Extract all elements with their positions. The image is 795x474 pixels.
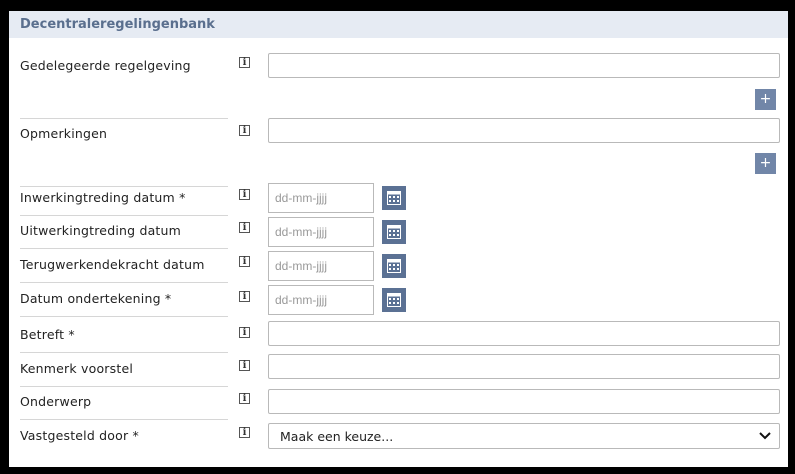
field-row-opmerkingen: Opmerkingen <box>20 119 228 187</box>
gedelegeerde-label: Gedelegeerde regelgeving <box>20 58 191 73</box>
info-icon[interactable]: i <box>239 189 250 200</box>
plus-icon: + <box>759 155 772 171</box>
field-row-vastgesteld: Vastgesteld door * <box>20 421 228 454</box>
info-icon[interactable]: i <box>239 291 250 302</box>
calendar-button[interactable] <box>382 220 406 244</box>
field-row-onderwerp: Onderwerp <box>20 387 228 420</box>
opmerkingen-label: Opmerkingen <box>20 126 108 141</box>
field-row-gedelegeerde: Gedelegeerde regelgeving <box>20 51 228 119</box>
calendar-icon <box>387 293 401 307</box>
section-header: Decentraleregelingenbank <box>9 11 788 38</box>
calendar-button[interactable] <box>382 254 406 278</box>
calendar-button[interactable] <box>382 186 406 210</box>
kenmerk-voorstel-input[interactable] <box>268 354 780 379</box>
field-row-kenmerk: Kenmerk voorstel <box>20 354 228 387</box>
field-row-betreft: Betreft * <box>20 320 228 353</box>
betreft-input[interactable] <box>268 321 780 346</box>
field-row-ondertekening: Datum ondertekening * <box>20 284 228 317</box>
info-icon[interactable]: i <box>239 360 250 371</box>
calendar-icon <box>387 259 401 273</box>
terugwerkendekracht-date-input[interactable] <box>268 251 374 281</box>
field-row-uitwerkingtreding: Uitwerkingtreding datum <box>20 216 228 249</box>
onderwerp-input[interactable] <box>268 389 780 414</box>
calendar-icon <box>387 225 401 239</box>
calendar-icon <box>387 191 401 205</box>
vastgesteld-label: Vastgesteld door * <box>20 428 139 443</box>
form-panel: Decentraleregelingenbank Gedelegeerde re… <box>9 11 788 467</box>
uitwerkingtreding-date-input[interactable] <box>268 217 374 247</box>
add-gedelegeerde-button[interactable]: + <box>755 89 776 110</box>
info-icon[interactable]: i <box>239 57 250 68</box>
field-row-terugwerkendekracht: Terugwerkendekracht datum <box>20 250 228 283</box>
info-icon[interactable]: i <box>239 327 250 338</box>
info-icon[interactable]: i <box>239 222 250 233</box>
section-title: Decentraleregelingenbank <box>20 17 215 32</box>
uitwerkingtreding-label: Uitwerkingtreding datum <box>20 223 182 238</box>
info-icon[interactable]: i <box>239 427 250 438</box>
onderwerp-label: Onderwerp <box>20 394 92 409</box>
chevron-down-icon <box>759 432 771 440</box>
calendar-button[interactable] <box>382 288 406 312</box>
kenmerk-label: Kenmerk voorstel <box>20 361 134 376</box>
info-icon[interactable]: i <box>239 256 250 267</box>
terugwerkendekracht-label: Terugwerkendekracht datum <box>20 257 205 272</box>
field-row-inwerkingtreding: Inwerkingtreding datum * <box>20 183 228 216</box>
inwerkingtreding-date-input[interactable] <box>268 183 374 213</box>
inwerkingtreding-label: Inwerkingtreding datum * <box>20 190 186 205</box>
add-opmerking-button[interactable]: + <box>755 153 776 174</box>
gedelegeerde-input[interactable] <box>268 53 780 78</box>
info-icon[interactable]: i <box>239 393 250 404</box>
vastgesteld-door-select[interactable]: Maak een keuze... <box>268 423 780 449</box>
opmerkingen-input[interactable] <box>268 118 780 143</box>
ondertekening-date-input[interactable] <box>268 285 374 315</box>
plus-icon: + <box>759 91 772 107</box>
select-value: Maak een keuze... <box>280 429 394 444</box>
betreft-label: Betreft * <box>20 327 75 342</box>
info-icon[interactable]: i <box>239 125 250 136</box>
ondertekening-label: Datum ondertekening * <box>20 291 172 306</box>
